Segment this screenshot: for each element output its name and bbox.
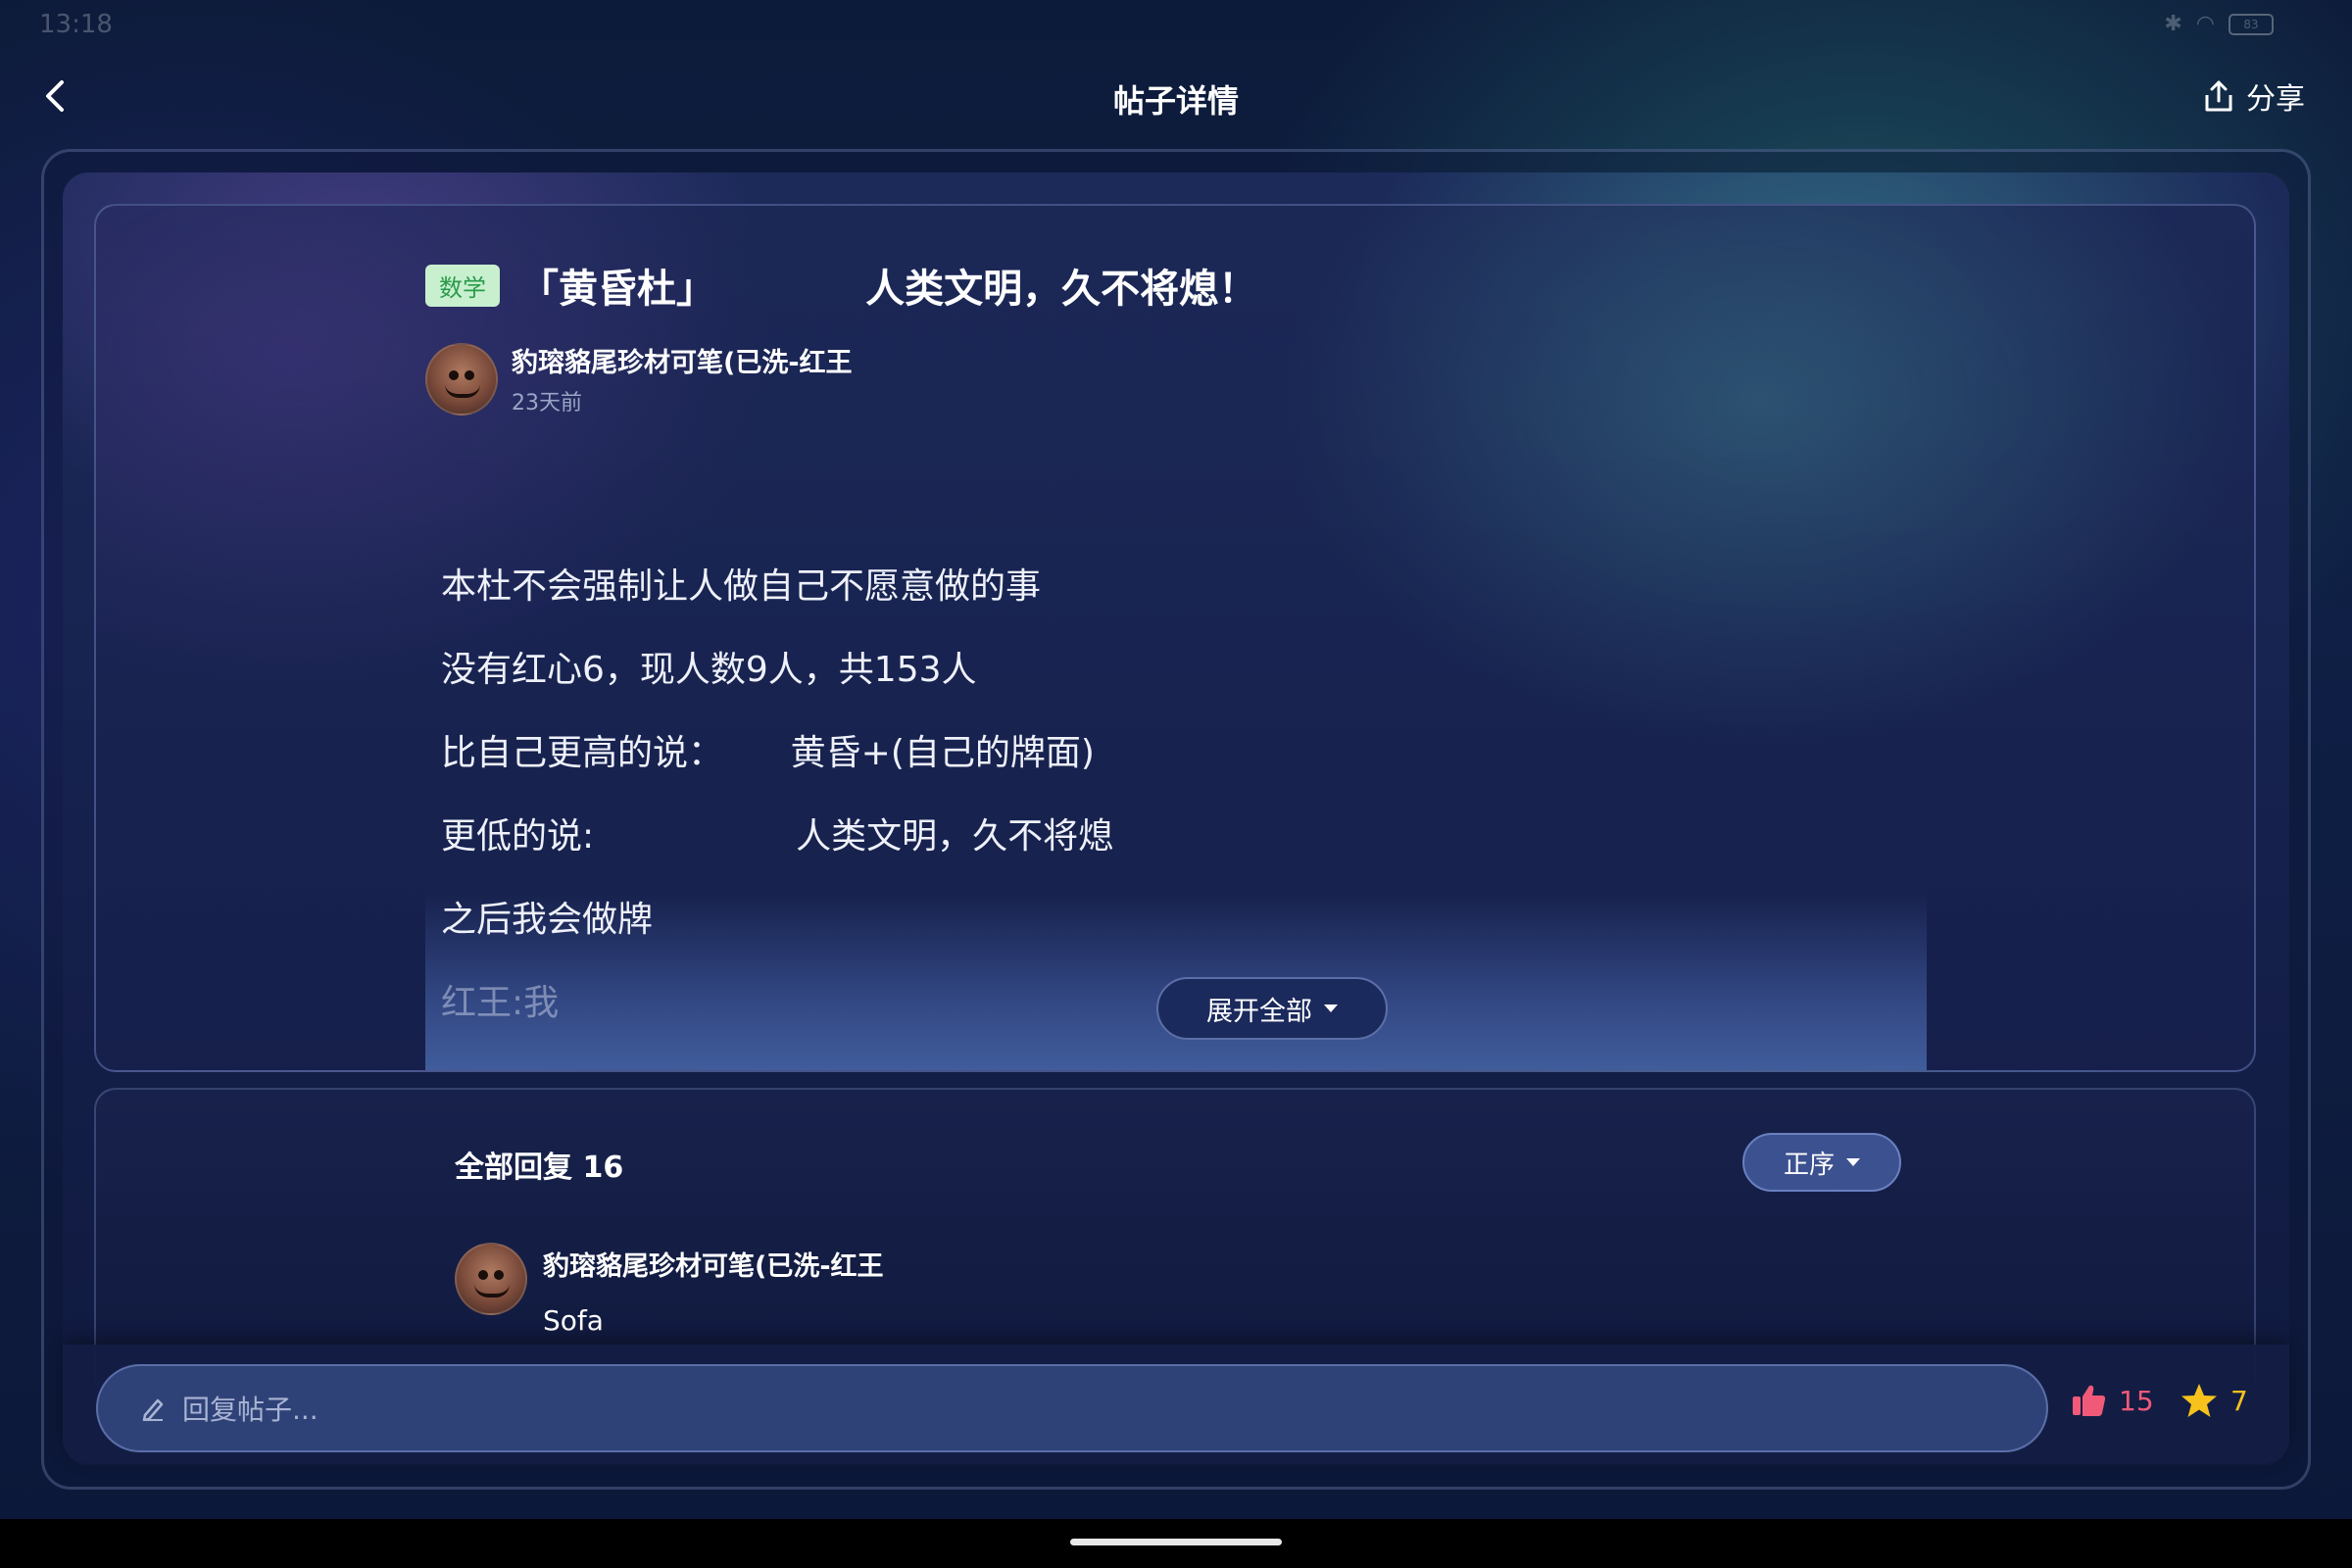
replies-card: 全部回复 16 正序 豹瑢貉尾珍材可笔(已洗-红王 Sofa [94,1088,2256,1382]
home-indicator[interactable] [1070,1539,1282,1545]
reply-placeholder: 回复帖子... [182,1394,318,1426]
author-row[interactable]: 豹瑢貉尾珍材可笔(已洗-红王 23天前 [425,341,853,416]
like-count: 15 [2119,1384,2154,1417]
favorite-count: 7 [2230,1384,2248,1417]
expand-all-label: 展开全部 [1206,996,1312,1027]
pencil-icon [142,1398,164,1421]
sort-button[interactable]: 正序 [1742,1133,1901,1192]
post-time: 23天前 [512,391,582,416]
star-icon [2181,1384,2217,1417]
bottom-bar: 回复帖子... 15 7 [63,1345,2289,1464]
status-bar: 13:18 ✱ ◠ 83 [0,0,2352,49]
subject-tag[interactable]: 数学 [425,264,500,307]
avatar[interactable] [455,1243,527,1315]
expand-all-button[interactable]: 展开全部 [1156,977,1388,1040]
avatar[interactable] [425,342,498,416]
author-name[interactable]: 豹瑢貉尾珍材可笔(已洗-红王 [512,341,853,379]
share-icon [2205,80,2232,112]
post-title: 「黄昏杜」 人类文明，久不将熄！ [519,267,1258,312]
reply-author-name[interactable]: 豹瑢貉尾珍材可笔(已洗-红王 [543,1245,884,1283]
body-line: 没有红心6，现人数9人，共153人 [441,650,977,690]
reply-count: 全部回复 16 [455,1151,624,1185]
post-header: 数学 「黄昏杜」 人类文明，久不将熄！ [425,257,1257,314]
caret-down-icon [1324,1004,1338,1012]
bluetooth-icon: ✱ [2164,12,2182,36]
share-button[interactable]: 分享 [2203,74,2305,118]
status-icons: ✱ ◠ 83 [2164,12,2274,36]
caret-down-icon [1846,1158,1860,1166]
sort-label: 正序 [1783,1150,1835,1180]
wifi-icon: ◠ [2195,12,2215,36]
reply-input[interactable]: 回复帖子... [96,1364,2048,1452]
reply-item[interactable]: 豹瑢貉尾珍材可笔(已洗-红王 Sofa [455,1243,884,1337]
body-line: 更低的说: 人类文明，久不将熄 [441,816,1114,857]
body-line: 比自己更高的说： 黄昏+(自己的牌面) [441,733,1095,773]
body-line: 本杜不会强制让人做自己不愿意做的事 [441,566,1042,607]
body-line: 之后我会做牌 [441,900,654,940]
like-button[interactable]: 15 [2070,1382,2154,1419]
battery-level: 83 [2243,17,2259,31]
post-card: 数学 「黄昏杜」 人类文明，久不将熄！ 豹瑢貉尾珍材可笔(已洗-红王 23天前 … [94,204,2256,1072]
status-time: 13:18 [39,10,113,39]
share-label: 分享 [2246,82,2305,117]
page-title: 帖子详情 [1112,82,1239,120]
thumbs-up-icon [2073,1385,2106,1416]
battery-icon: 83 [2229,13,2274,35]
favorite-button[interactable]: 7 [2180,1382,2248,1419]
top-bar: 帖子详情 分享 [0,49,2352,143]
reply-text: Sofa [543,1304,604,1337]
